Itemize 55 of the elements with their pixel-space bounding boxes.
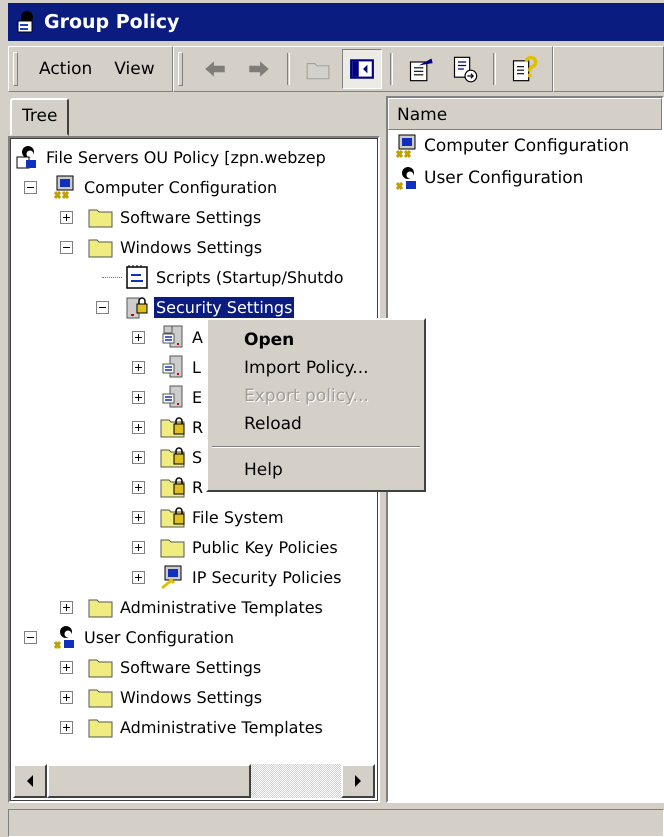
tree-item[interactable]: Administrative Templates	[118, 596, 325, 618]
tree-item[interactable]: File Servers OU Policy [zpn.webzep	[44, 146, 328, 168]
expander[interactable]	[132, 360, 145, 374]
list-item[interactable]: User Configuration	[424, 168, 584, 188]
expander[interactable]	[60, 600, 73, 614]
tree-item[interactable]: Software Settings	[118, 206, 264, 228]
tree-item[interactable]: IP Security Policies	[190, 566, 344, 588]
script-icon	[124, 264, 150, 290]
tree-item[interactable]: Public Key Policies	[190, 536, 340, 558]
tree-item[interactable]: L	[190, 356, 203, 378]
column-header[interactable]: Name	[388, 98, 662, 130]
expander[interactable]	[60, 720, 73, 734]
menu-item[interactable]: View	[105, 55, 164, 83]
menu-item[interactable]: Help	[210, 456, 422, 484]
tree-item[interactable]: File System	[190, 506, 286, 528]
expander[interactable]	[132, 390, 145, 404]
tree-item[interactable]: E	[190, 386, 204, 408]
menu-item[interactable]: Action	[30, 55, 102, 83]
expander[interactable]	[132, 450, 145, 464]
tree-item[interactable]: Scripts (Startup/Shutdo	[154, 266, 346, 288]
tree-item[interactable]: Security Settings	[154, 296, 294, 318]
expander[interactable]	[132, 420, 145, 434]
expander[interactable]	[60, 210, 73, 224]
expander[interactable]	[132, 570, 145, 584]
tree-item[interactable]: S	[190, 446, 204, 468]
scroll-right-icon[interactable]	[354, 775, 362, 787]
tree-item[interactable]: A	[190, 326, 205, 348]
tree-item[interactable]: Windows Settings	[118, 686, 264, 708]
expander[interactable]	[96, 300, 109, 314]
expander[interactable]	[132, 540, 145, 554]
menu-item[interactable]: Open	[210, 326, 422, 354]
expander[interactable]	[60, 690, 73, 704]
tree-item[interactable]: Software Settings	[118, 656, 264, 678]
expander[interactable]	[132, 330, 145, 344]
tree-item[interactable]: R	[190, 476, 206, 498]
menu-item[interactable]: Reload	[210, 410, 422, 438]
list-item[interactable]: Computer Configuration	[424, 136, 630, 156]
tree-item[interactable]: User Configuration	[82, 626, 236, 648]
expander[interactable]	[60, 240, 73, 254]
expander[interactable]	[132, 510, 145, 524]
tree-item[interactable]: Windows Settings	[118, 236, 264, 258]
show-tree-button[interactable]	[342, 49, 382, 89]
scroll-left-icon[interactable]	[26, 775, 34, 787]
menu-item[interactable]: Import Policy...	[210, 354, 422, 382]
expander[interactable]	[24, 180, 37, 194]
expander[interactable]	[60, 660, 73, 674]
horizontal-scrollbar[interactable]	[13, 764, 375, 798]
grip-handle[interactable]	[13, 52, 18, 86]
tree-item[interactable]: R	[190, 416, 206, 438]
expander[interactable]	[24, 630, 37, 644]
window-title: Group Policy	[44, 11, 180, 33]
grip-handle[interactable]	[178, 52, 183, 86]
tree-item[interactable]: Administrative Templates	[118, 716, 325, 738]
tree-item[interactable]: Computer Configuration	[82, 176, 280, 198]
expander[interactable]	[132, 480, 145, 494]
